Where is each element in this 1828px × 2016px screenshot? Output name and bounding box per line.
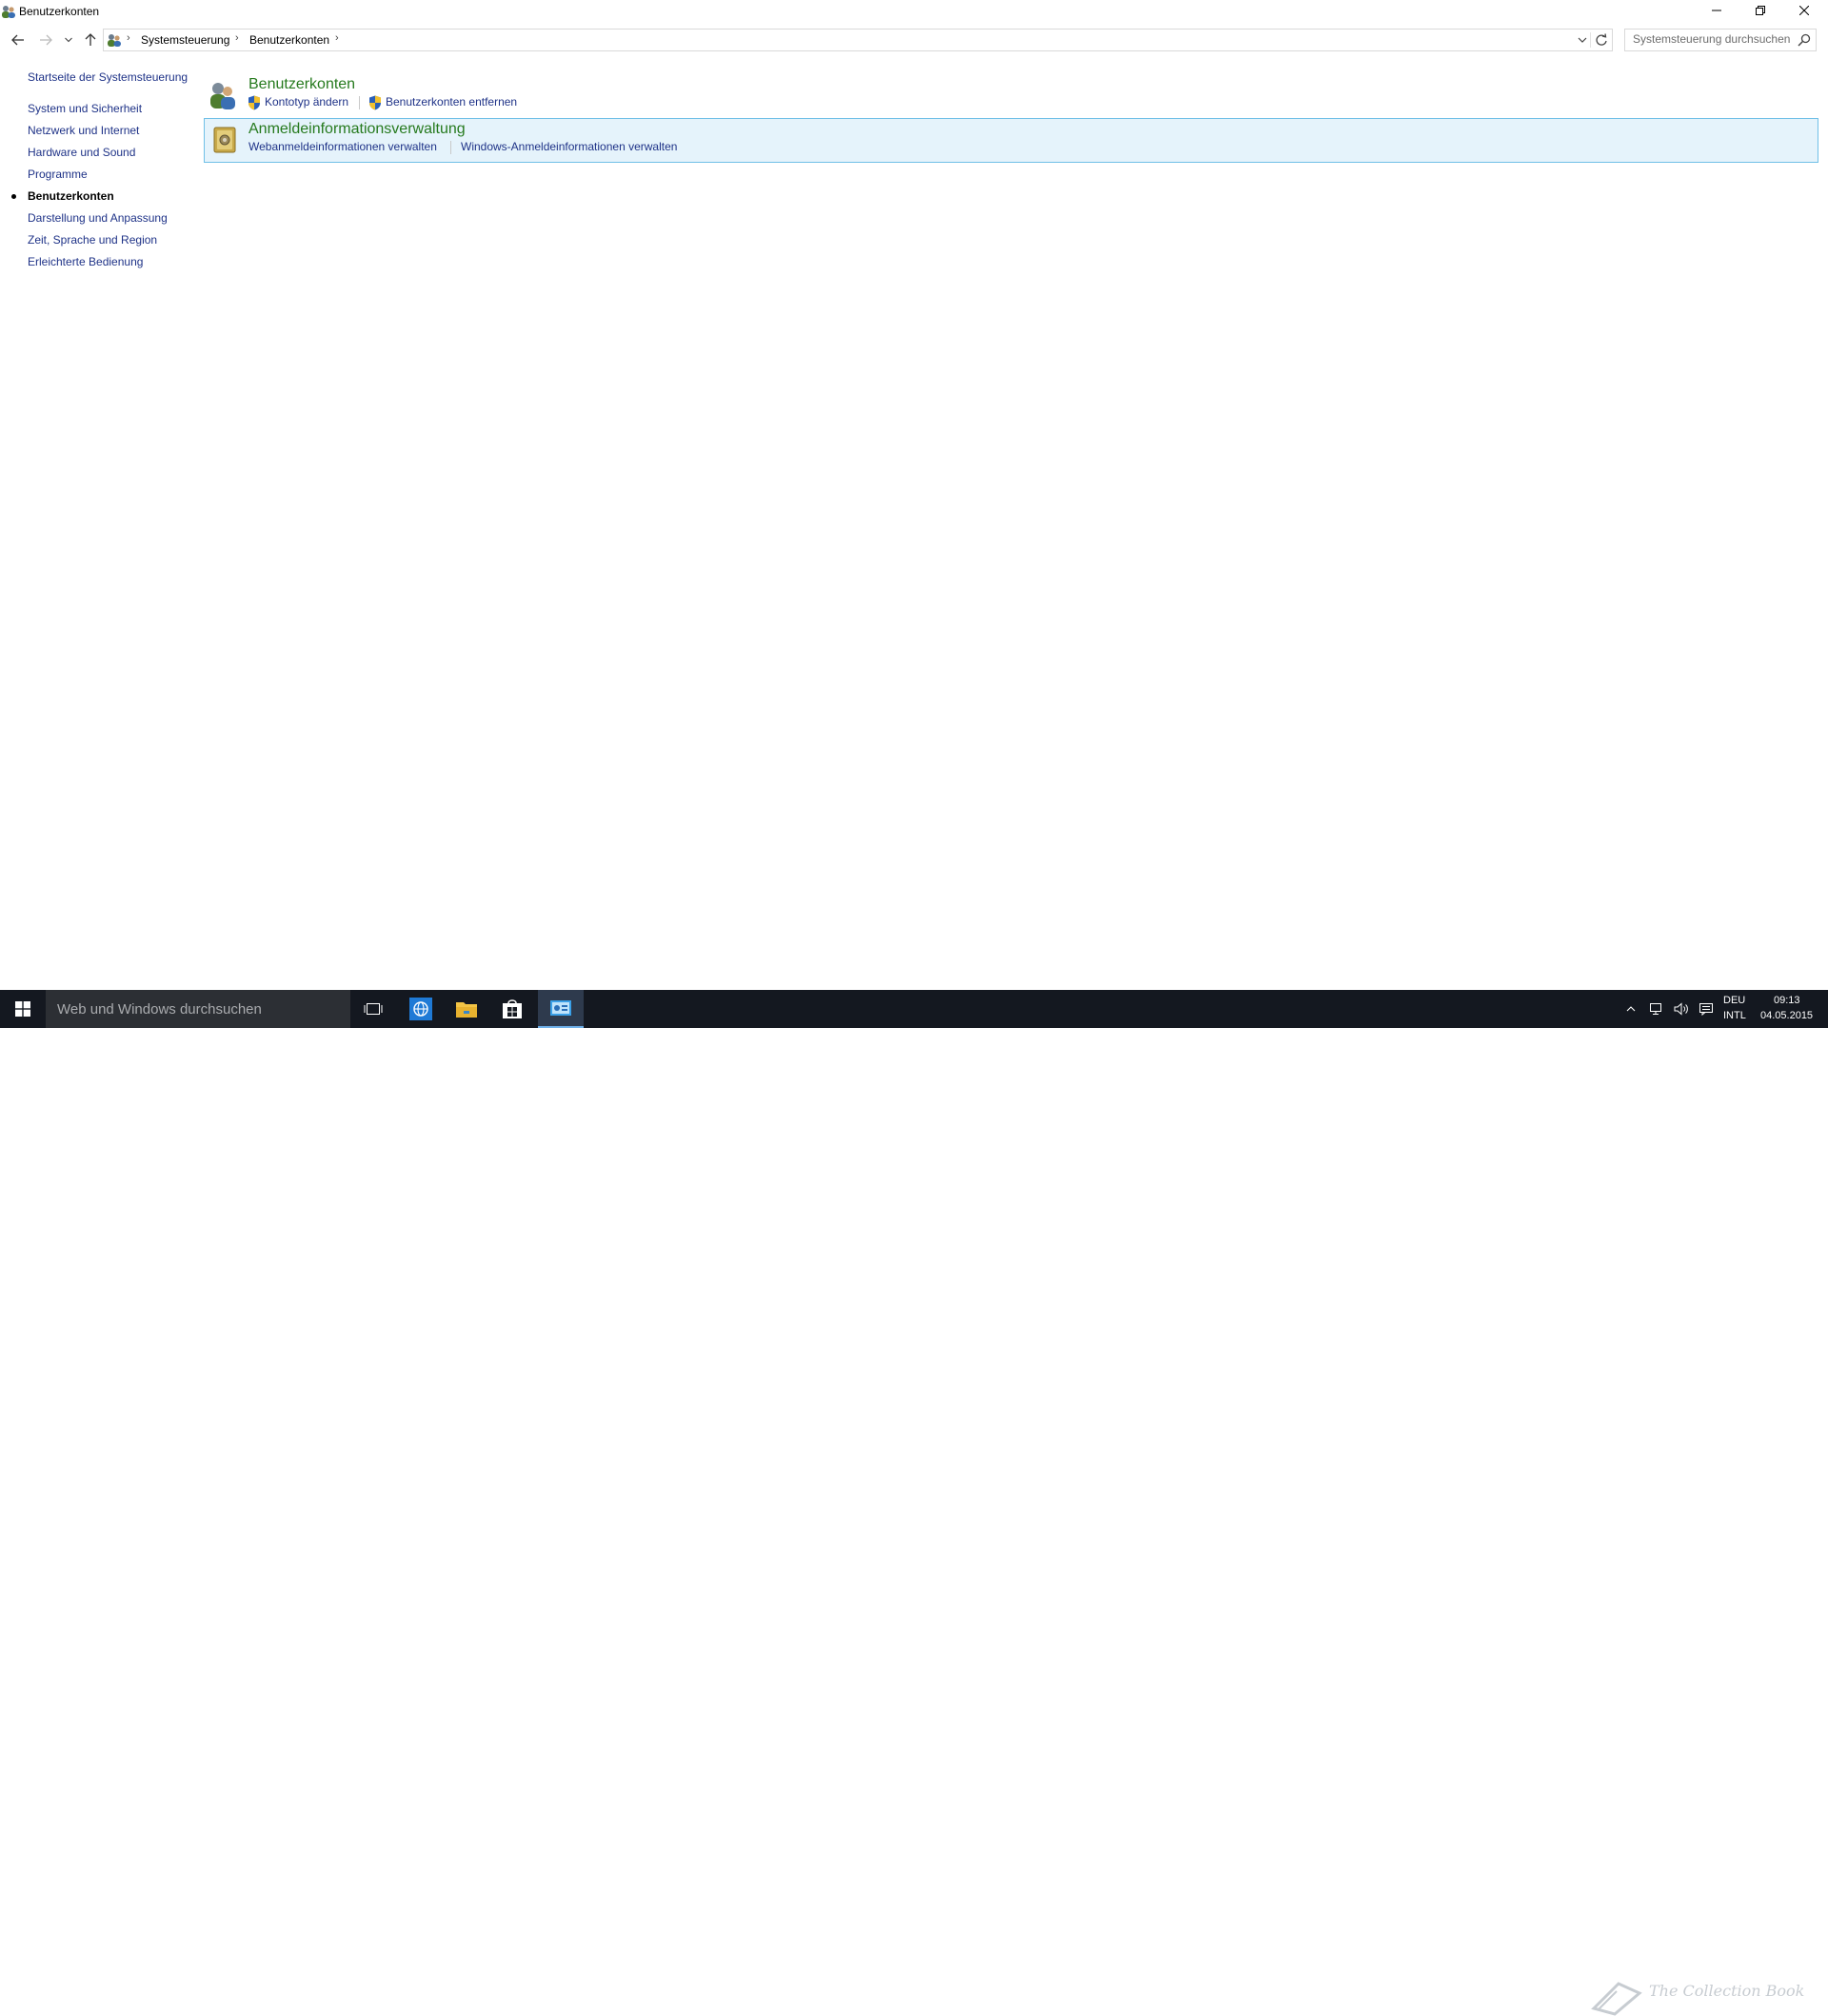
task-divider <box>450 141 451 154</box>
user-accounts-icon[interactable] <box>208 80 238 110</box>
control-panel-icon <box>550 1000 571 1016</box>
up-button[interactable] <box>81 30 100 49</box>
task-view-button[interactable] <box>350 990 396 1028</box>
active-bullet-icon <box>11 194 16 199</box>
credential-vault-icon[interactable] <box>209 125 240 155</box>
user-accounts-icon <box>2 6 15 18</box>
task-view-icon <box>364 1003 383 1015</box>
nav-item-time-language-region[interactable]: Zeit, Sprache und Region <box>28 233 157 247</box>
search-icon[interactable] <box>1797 32 1812 48</box>
close-button[interactable] <box>1782 0 1826 21</box>
forward-arrow-icon <box>40 34 52 46</box>
start-button[interactable] <box>0 990 46 1028</box>
input-layout[interactable]: INTL <box>1723 1010 1746 1021</box>
breadcrumb-benutzerkonten[interactable]: Benutzerkonten <box>249 33 329 47</box>
breadcrumb-separator-icon[interactable]: › <box>235 32 239 44</box>
clock-time[interactable]: 09:13 <box>1774 995 1800 1006</box>
close-icon <box>1799 6 1809 15</box>
title-bar: Benutzerkonten <box>0 0 1828 23</box>
input-language[interactable]: DEU <box>1723 995 1745 1006</box>
breadcrumb-separator-icon[interactable]: › <box>335 32 339 44</box>
control-panel-crumb-icon <box>108 34 121 47</box>
minimize-icon <box>1712 10 1721 11</box>
window-title: Benutzerkonten <box>19 5 100 18</box>
nav-item-system-security[interactable]: System und Sicherheit <box>28 102 142 115</box>
minimize-button[interactable] <box>1695 0 1739 21</box>
back-button[interactable] <box>9 30 28 49</box>
action-center-tray-button[interactable] <box>1697 990 1716 1028</box>
taskbar-store[interactable] <box>489 990 535 1028</box>
windows-logo-icon <box>15 1001 30 1017</box>
search-input[interactable] <box>1625 30 1795 49</box>
file-explorer-icon <box>456 1002 477 1018</box>
action-center-icon <box>1699 1003 1713 1016</box>
up-arrow-icon <box>85 33 96 46</box>
taskbar: Web und Windows durchsuchen The Collecti… <box>0 990 1828 2016</box>
task-divider <box>359 96 360 109</box>
task-remove-user-accounts[interactable]: Benutzerkonten entfernen <box>386 95 517 109</box>
refresh-icon[interactable] <box>1590 32 1609 48</box>
book-icon <box>1591 1982 1642 2016</box>
nav-item-hardware-sound[interactable]: Hardware und Sound <box>28 146 135 159</box>
restore-button[interactable] <box>1739 0 1782 21</box>
recent-dropdown-icon <box>65 37 72 43</box>
speaker-icon <box>1674 1002 1688 1016</box>
watermark-text: The Collection Book <box>1649 1982 1805 2000</box>
forward-button[interactable] <box>36 30 55 49</box>
restore-icon <box>1756 6 1765 15</box>
category-title-credential-manager[interactable]: Anmeldeinformationsverwaltung <box>248 121 466 138</box>
address-dropdown-icon[interactable] <box>1576 33 1589 47</box>
recent-locations-button[interactable] <box>59 30 78 49</box>
network-tray-button[interactable] <box>1647 990 1666 1028</box>
nav-item-appearance[interactable]: Darstellung und Anpassung <box>28 211 168 225</box>
network-icon <box>1650 1003 1661 1015</box>
nav-item-network-internet[interactable]: Netzwerk und Internet <box>28 124 139 137</box>
task-manage-windows-credentials[interactable]: Windows-Anmeldeinformationen verwalten <box>461 140 677 153</box>
breadcrumb-separator-icon[interactable]: › <box>127 32 130 44</box>
taskbar-control-panel[interactable] <box>538 990 584 1028</box>
nav-item-user-accounts[interactable]: Benutzerkonten <box>28 189 114 203</box>
taskbar-file-explorer[interactable] <box>444 990 489 1028</box>
breadcrumb-systemsteuerung[interactable]: Systemsteuerung <box>141 33 229 47</box>
taskbar-browser[interactable] <box>398 990 444 1028</box>
search-box[interactable] <box>1624 29 1817 51</box>
show-hidden-icons-button[interactable] <box>1624 990 1638 1028</box>
chevron-up-icon <box>1626 1006 1636 1012</box>
control-panel-home-link[interactable]: Startseite der Systemsteuerung <box>28 70 188 84</box>
taskbar-search-placeholder: Web und Windows durchsuchen <box>57 1001 262 1018</box>
uac-shield-icon <box>369 95 381 110</box>
volume-tray-button[interactable] <box>1672 990 1691 1028</box>
address-bar[interactable]: › Systemsteuerung › Benutzerkonten › <box>103 29 1613 51</box>
back-arrow-icon <box>11 34 24 46</box>
task-change-account-type[interactable]: Kontotyp ändern <box>265 95 348 109</box>
uac-shield-icon <box>248 95 260 110</box>
store-icon <box>503 999 522 1018</box>
category-user-accounts: Benutzerkonten Kontotyp ändern Benutzerk… <box>204 74 1817 116</box>
nav-item-programs[interactable]: Programme <box>28 168 88 181</box>
watermark-logo: The Collection Book <box>1590 1978 1804 2016</box>
category-title-user-accounts[interactable]: Benutzerkonten <box>248 76 355 93</box>
task-manage-web-credentials[interactable]: Webanmeldeinformationen verwalten <box>248 140 437 153</box>
browser-icon <box>409 998 432 1020</box>
clock-date[interactable]: 04.05.2015 <box>1760 1010 1813 1021</box>
category-credential-manager[interactable]: Anmeldeinformationsverwaltung Webanmelde… <box>204 118 1818 163</box>
nav-item-ease-of-access[interactable]: Erleichterte Bedienung <box>28 255 143 268</box>
navigation-bar: › Systemsteuerung › Benutzerkonten › <box>0 25 1828 53</box>
taskbar-search-box[interactable]: Web und Windows durchsuchen <box>46 990 350 1028</box>
